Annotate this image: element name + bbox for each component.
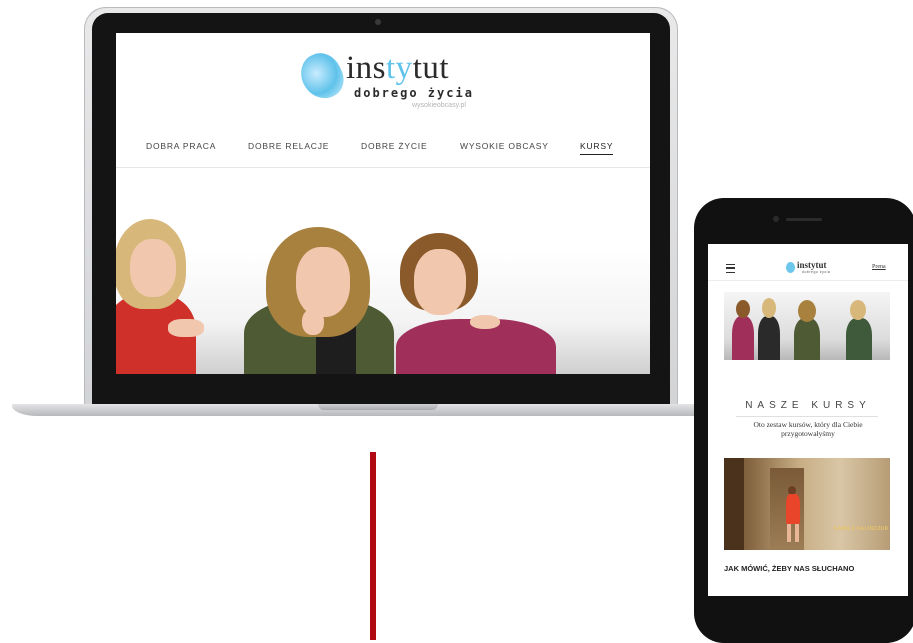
- mobile-section-title: NASZE KURSY: [745, 400, 871, 411]
- nav-item-dobra-praca[interactable]: DOBRA PRACA: [146, 141, 216, 151]
- nav-item-dobre-relacje[interactable]: DOBRE RELACJE: [248, 141, 329, 151]
- logo-splash-icon: [294, 46, 350, 106]
- mobile-logo-word: instytut: [797, 260, 827, 270]
- hamburger-menu-icon[interactable]: [726, 264, 735, 273]
- mobile-login-link[interactable]: Prena: [872, 264, 886, 270]
- laptop-screen: instytut dobrego życia wysokieobcasy.pl …: [116, 33, 650, 374]
- nav-item-wysokie-obcasy[interactable]: WYSOKIE OBCASY: [460, 141, 549, 151]
- course-caption: KAMILA KALINCZUK: [834, 526, 889, 532]
- mobile-logo[interactable]: instytut dobrego życia: [786, 260, 846, 276]
- red-accent-bar: [370, 452, 376, 640]
- logo-subtitle: dobrego życia: [354, 86, 474, 100]
- mobile-logo-splash-icon: [786, 262, 795, 273]
- logo-wordmark: instytut: [346, 50, 450, 86]
- nav-item-kursy[interactable]: KURSY: [580, 141, 614, 155]
- mobile-title-rule: [736, 416, 878, 417]
- logo-url: wysokieobcasy.pl: [412, 102, 466, 109]
- phone-camera: [773, 216, 779, 222]
- mobile-hero-image: [724, 292, 890, 360]
- hero-image: [116, 169, 650, 374]
- course-title[interactable]: JAK MÓWIĆ, ŻEBY NAS SŁUCHANO: [724, 564, 864, 573]
- mobile-section-desc: Oto zestaw kursów, który dla Ciebie przy…: [753, 420, 863, 438]
- phone-screen: instytut dobrego życia Prena NASZE KURSY…: [708, 244, 908, 596]
- nav-item-dobre-zycie[interactable]: DOBRE ŻYCIE: [361, 141, 427, 151]
- site-logo[interactable]: instytut dobrego życia wysokieobcasy.pl: [294, 46, 478, 113]
- mobile-logo-subtitle: dobrego życia: [802, 270, 831, 274]
- laptop-camera: [375, 19, 381, 25]
- mobile-header: instytut dobrego życia Prena: [708, 256, 908, 281]
- phone-speaker: [786, 218, 822, 221]
- main-nav: DOBRA PRACA DOBRE RELACJE DOBRE ŻYCIE WY…: [116, 141, 650, 169]
- nav-divider: [116, 167, 650, 168]
- laptop-notch: [318, 404, 438, 410]
- course-card-image[interactable]: KAMILA KALINCZUK: [724, 458, 890, 550]
